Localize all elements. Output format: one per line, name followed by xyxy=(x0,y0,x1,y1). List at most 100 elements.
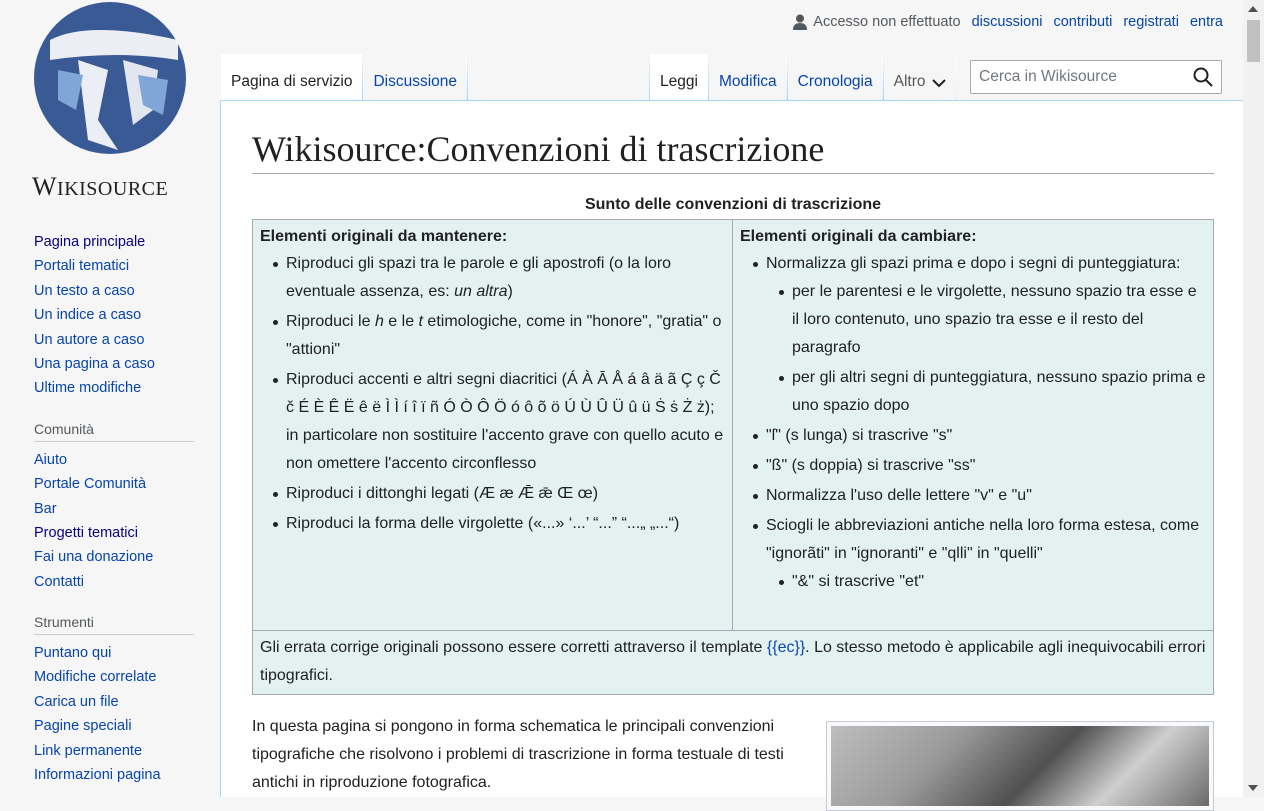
tab-altro-menu[interactable]: Altro xyxy=(883,54,956,100)
list-item-text: Riproduci accenti e altri segni diacriti… xyxy=(286,371,724,472)
list-item-text: ) xyxy=(507,283,513,300)
list-item: "&" si trascrive "et" xyxy=(779,568,1206,596)
sidebar: Pagina principale Portali tematici Un te… xyxy=(34,232,194,807)
col-heading-cambiare: Elementi originali da cambiare: xyxy=(740,228,977,245)
sidebar-item-contatti[interactable]: Contatti xyxy=(34,574,84,590)
sidebar-item-aiuto[interactable]: Aiuto xyxy=(34,452,67,468)
col-heading-mantenere: Elementi originali da mantenere: xyxy=(260,228,508,245)
tab-pagina-di-servizio-label: Pagina di servizio xyxy=(231,73,353,90)
sidebar-item-pagina-a-caso[interactable]: Una pagina a caso xyxy=(34,356,155,372)
template-brace-open: {{ xyxy=(766,639,778,656)
intro-paragraph: In questa pagina si pongono in forma sch… xyxy=(252,718,784,791)
scrollbar-thumb[interactable] xyxy=(1247,20,1260,62)
sidebar-item-autore-a-caso[interactable]: Un autore a caso xyxy=(34,332,144,348)
summary-table: Elementi originali da mantenere: Riprodu… xyxy=(252,219,1214,695)
sidebar-item-indice-a-caso[interactable]: Un indice a caso xyxy=(34,307,141,323)
wikisource-wordmark: WIKISOURCE xyxy=(32,172,169,201)
list-item: "ſ" (s lunga) si trascrive "s" xyxy=(753,422,1206,450)
sidebar-item-portali-tematici[interactable]: Portali tematici xyxy=(34,258,129,274)
sidebar-item-link-permanente[interactable]: Link permanente xyxy=(34,743,142,759)
sidebar-heading-strumenti: Strumenti xyxy=(34,614,194,636)
summary-caption: Sunto delle convenzioni di trascrizione xyxy=(584,196,882,213)
sidebar-item-modifiche-correlate[interactable]: Modifiche correlate xyxy=(34,669,157,685)
sidebar-item-carica-un-file[interactable]: Carica un file xyxy=(34,694,119,710)
list-item-text: Riproduci le xyxy=(286,313,375,330)
search-input[interactable]: Cerca in Wikisource xyxy=(979,68,1185,86)
tab-cronologia[interactable]: Cronologia xyxy=(787,54,883,100)
page-title: Wikisource:Convenzioni di trascrizione xyxy=(252,127,1214,174)
wikisource-logo[interactable]: WIKISOURCE xyxy=(28,0,194,210)
sidebar-item-ultime-modifiche[interactable]: Ultime modifiche xyxy=(34,380,141,396)
photo-image xyxy=(831,726,1209,806)
tab-discussione-label: Discussione xyxy=(373,73,458,90)
list-item-text: e le xyxy=(383,313,419,330)
tab-separator xyxy=(467,54,469,100)
sidebar-item-fai-una-donazione[interactable]: Fai una donazione xyxy=(34,549,153,565)
sidebar-tools: Strumenti Puntano qui Modifiche correlat… xyxy=(34,614,194,789)
template-ec-link[interactable]: {{ec}} xyxy=(767,639,805,656)
list-item: per le parentesi e le virgolette, nessun… xyxy=(779,278,1206,362)
summary-col-mantenere: Elementi originali da mantenere: Riprodu… xyxy=(253,220,733,630)
template-ec-label: ec xyxy=(777,639,795,656)
wikisource-globe-icon xyxy=(34,2,186,154)
tab-leggi-label: Leggi xyxy=(660,73,698,90)
summary-footer: Gli errata corrige originali possono ess… xyxy=(253,630,1213,694)
main-content: Wikisource:Convenzioni di trascrizione S… xyxy=(220,100,1243,811)
personal-tools: Accesso non effettuato discussioni contr… xyxy=(793,14,1223,30)
search-icon xyxy=(1193,67,1213,87)
footer-text: Gli errata corrige originali possono ess… xyxy=(260,639,767,656)
anon-status: Accesso non effettuato xyxy=(793,14,961,30)
list-item: Riproduci accenti e altri segni diacriti… xyxy=(273,366,725,478)
sidebar-item-bar[interactable]: Bar xyxy=(34,501,57,517)
tab-discussione[interactable]: Discussione xyxy=(363,54,468,100)
list-item: Normalizza l'uso delle lettere "v" e "u" xyxy=(753,482,1206,510)
search-button[interactable] xyxy=(1185,67,1221,87)
sidebar-item-testo-a-caso[interactable]: Un testo a caso xyxy=(34,283,135,299)
tab-pagina-di-servizio[interactable]: Pagina di servizio xyxy=(221,54,363,100)
list-item-text: Riproduci la forma delle virgolette («..… xyxy=(286,515,680,532)
list-item-text: Sciogli le abbreviazioni antiche nella l… xyxy=(766,517,1200,562)
list-item: Sciogli le abbreviazioni antiche nella l… xyxy=(753,512,1206,596)
tab-modifica[interactable]: Modifica xyxy=(708,54,787,100)
list-item: "ß" (s doppia) si trascrive "ss" xyxy=(753,452,1206,480)
sidebar-item-pagina-principale[interactable]: Pagina principale xyxy=(34,234,145,250)
sidebar-heading-comunita: Comunità xyxy=(34,421,194,442)
chevron-down-icon xyxy=(931,79,946,88)
personal-link-registrati[interactable]: registrati xyxy=(1123,14,1179,30)
list-item: Riproduci i dittonghi legati (Æ æ Ǣ ǣ Œ … xyxy=(273,480,725,508)
list-item: Riproduci la forma delle virgolette («..… xyxy=(273,510,725,538)
vertical-scrollbar[interactable] xyxy=(1243,0,1264,797)
list-item: Normalizza gli spazi prima e dopo i segn… xyxy=(753,250,1206,420)
sidebar-item-pagine-speciali[interactable]: Pagine speciali xyxy=(34,718,132,734)
tab-altro-label: Altro xyxy=(893,73,926,90)
sidebar-item-progetti-tematici[interactable]: Progetti tematici xyxy=(34,525,138,541)
sidebar-item-puntano-qui[interactable]: Puntano qui xyxy=(34,645,111,661)
personal-link-discussioni[interactable]: discussioni xyxy=(972,14,1043,30)
list-item: Riproduci gli spazi tra le parole e gli … xyxy=(273,250,725,306)
list-item-text: Normalizza gli spazi prima e dopo i segn… xyxy=(766,255,1181,272)
tab-modifica-label: Modifica xyxy=(718,73,777,90)
thumbnail-image[interactable] xyxy=(826,721,1214,811)
tab-leggi[interactable]: Leggi xyxy=(650,54,708,100)
sidebar-item-informazioni-pagina[interactable]: Informazioni pagina xyxy=(34,767,161,783)
list-item: Riproduci le h e le t etimologiche, come… xyxy=(273,308,725,364)
user-icon xyxy=(793,14,808,30)
scroll-down-arrow-icon[interactable] xyxy=(1248,785,1258,791)
view-tabs: Leggi Modifica Cronologia Altro xyxy=(649,54,956,100)
search-box: Cerca in Wikisource xyxy=(970,60,1222,94)
summary-col-cambiare: Elementi originali da cambiare: Normaliz… xyxy=(733,220,1213,630)
sidebar-navigation: Pagina principale Portali tematici Un te… xyxy=(34,232,194,403)
list-item: per gli altri segni di punteggiatura, ne… xyxy=(779,364,1206,420)
list-item-italic: h xyxy=(374,313,384,330)
scroll-up-arrow-icon[interactable] xyxy=(1248,6,1258,12)
personal-link-contributi[interactable]: contributi xyxy=(1053,14,1112,30)
sidebar-item-portale-comunita[interactable]: Portale Comunità xyxy=(34,476,146,492)
anon-label: Accesso non effettuato xyxy=(813,14,961,30)
personal-link-entra[interactable]: entra xyxy=(1190,14,1223,30)
namespace-tabs: Pagina di servizio Discussione xyxy=(221,54,469,100)
template-brace-close: }} xyxy=(794,639,806,656)
tab-cronologia-label: Cronologia xyxy=(797,73,873,90)
list-item-italic: un altra xyxy=(454,283,508,300)
list-item-text: Riproduci i dittonghi legati (Æ æ Ǣ ǣ Œ … xyxy=(286,485,599,502)
sidebar-community: Comunità Aiuto Portale Comunità Bar Prog… xyxy=(34,421,194,596)
